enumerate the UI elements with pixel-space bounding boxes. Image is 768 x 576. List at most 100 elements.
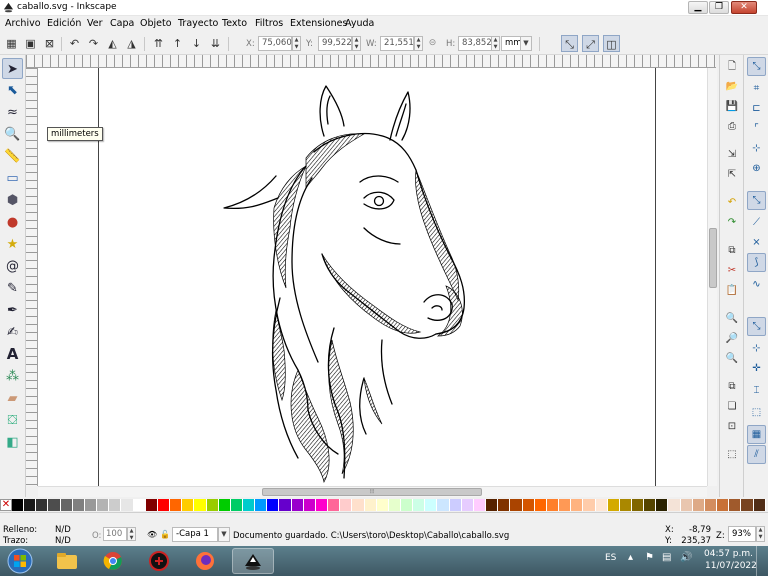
language-indicator[interactable]: ES <box>605 553 616 563</box>
zoom-drawing-icon[interactable]: 🔎 <box>724 331 740 347</box>
select-all-icon[interactable]: ▦ <box>3 35 20 52</box>
color-swatch[interactable] <box>182 499 195 511</box>
chrome-icon[interactable] <box>92 548 134 574</box>
color-swatch[interactable] <box>242 499 256 511</box>
color-swatch[interactable] <box>704 499 718 511</box>
horizontal-scroll-thumb[interactable]: ⦙⦙⦙ <box>262 488 482 496</box>
rotate-cw-icon[interactable]: ↷ <box>85 35 102 52</box>
text-tool-icon[interactable]: A <box>2 344 23 365</box>
snap-bbox-icon[interactable]: ⌗ <box>747 79 766 98</box>
color-swatch[interactable] <box>388 499 401 511</box>
no-paint-swatch[interactable]: ✕ <box>0 499 12 511</box>
color-swatch[interactable] <box>595 499 608 511</box>
color-swatch[interactable] <box>692 499 705 511</box>
color-swatch[interactable] <box>680 499 693 511</box>
color-swatch[interactable] <box>157 499 171 511</box>
menu-objeto[interactable]: Objeto <box>140 18 172 29</box>
color-swatch[interactable] <box>437 499 450 511</box>
color-swatch[interactable] <box>255 499 268 511</box>
snap-object-center-icon[interactable]: ⊹ <box>747 339 766 358</box>
snap-midpoint-icon[interactable]: ⤡ <box>747 317 766 336</box>
opacity-input[interactable]: 100 <box>103 527 127 541</box>
paste-icon[interactable]: 📋 <box>724 283 740 299</box>
color-swatch[interactable] <box>303 499 316 511</box>
flip-vertical-icon[interactable]: ◮ <box>123 35 140 52</box>
x-input[interactable]: 75,060 <box>258 36 292 51</box>
menu-ayuda[interactable]: Ayuda <box>345 18 374 29</box>
color-swatch[interactable] <box>607 499 620 511</box>
app-icon[interactable] <box>138 548 180 574</box>
rotate-ccw-icon[interactable]: ↶ <box>66 35 83 52</box>
color-swatch[interactable] <box>12 499 25 511</box>
snap-bbox-corner-icon[interactable]: ⌜ <box>747 119 766 138</box>
color-swatch[interactable] <box>218 499 231 511</box>
color-swatch[interactable] <box>510 499 523 511</box>
lower-icon[interactable]: ↓ <box>188 35 205 52</box>
color-swatch[interactable] <box>48 499 61 511</box>
duplicate-icon[interactable]: ⧉ <box>724 379 740 395</box>
lock-icon[interactable]: ⊝ <box>424 35 441 52</box>
menu-trayecto[interactable]: Trayecto <box>178 18 218 29</box>
snap-guide-icon[interactable]: ⫽ <box>747 445 766 464</box>
spiral-tool-icon[interactable]: @ <box>2 256 23 277</box>
color-swatch[interactable] <box>401 499 414 511</box>
menu-edicion[interactable]: Edición <box>47 18 81 29</box>
layer-select[interactable]: -Capa 1 <box>172 527 218 542</box>
color-swatch[interactable] <box>328 499 341 511</box>
color-swatch[interactable] <box>534 499 547 511</box>
gradient-tool-icon[interactable]: ◧ <box>2 432 23 453</box>
stroke-value[interactable]: N/D <box>55 536 71 546</box>
transform-gradients-icon[interactable]: ◫ <box>603 35 620 52</box>
unlink-clone-icon[interactable]: ⊡ <box>724 419 740 435</box>
lower-to-bottom-icon[interactable]: ⇊ <box>207 35 224 52</box>
zoom-spinner[interactable]: ▲ ▼ <box>756 526 765 542</box>
action-center-icon[interactable]: ⚑ <box>645 552 654 563</box>
color-swatch[interactable] <box>619 499 632 511</box>
clone-icon[interactable]: ❏ <box>724 399 740 415</box>
network-icon[interactable]: ▤ <box>662 552 671 563</box>
menu-filtros[interactable]: Filtros <box>255 18 283 29</box>
node-tool-icon[interactable]: ⬉ <box>2 80 23 101</box>
color-swatch[interactable] <box>729 499 742 511</box>
snap-bbox-edge-icon[interactable]: ⊏ <box>747 99 766 118</box>
calligraphy-tool-icon[interactable]: ✍ <box>2 322 23 343</box>
color-swatch[interactable] <box>121 499 134 511</box>
selector-tool-icon[interactable]: ➤ <box>2 58 23 79</box>
start-orb-icon[interactable] <box>2 548 38 574</box>
measure-tool-icon[interactable]: 📏 <box>2 146 23 167</box>
menu-capa[interactable]: Capa <box>110 18 134 29</box>
color-swatch[interactable] <box>145 499 158 511</box>
opacity-spinner[interactable]: ▲ ▼ <box>127 527 136 541</box>
color-swatch[interactable] <box>498 499 511 511</box>
bucket-tool-icon[interactable]: ⛋ <box>2 410 23 431</box>
snap-page-border-icon[interactable]: ⬚ <box>747 403 766 422</box>
tray-arrow-icon[interactable]: ▴ <box>628 552 633 563</box>
layer-dropdown-arrow[interactable]: ▼ <box>218 527 230 542</box>
color-swatch[interactable] <box>60 499 73 511</box>
minimize-button[interactable]: ▁ <box>688 1 708 14</box>
open-icon[interactable]: 📂 <box>724 79 740 95</box>
scale-stroke-icon[interactable]: ⤡ <box>561 35 578 52</box>
snap-enable-icon[interactable]: ⤡ <box>747 57 766 76</box>
horse-head-drawing[interactable] <box>214 78 484 486</box>
tweak-tool-icon[interactable]: ≈ <box>2 102 23 123</box>
clock-time[interactable]: 04:57 p.m. <box>704 549 753 559</box>
color-swatch[interactable] <box>376 499 389 511</box>
eraser-tool-icon[interactable]: ▰ <box>2 388 23 409</box>
menu-ver[interactable]: Ver <box>87 18 103 29</box>
snap-smooth-icon[interactable]: ∿ <box>747 275 766 294</box>
new-document-icon[interactable]: 🗋 <box>724 59 740 75</box>
snap-nodes-icon[interactable]: ⤡ <box>747 191 766 210</box>
color-swatch[interactable] <box>206 499 219 511</box>
color-swatch[interactable] <box>413 499 426 511</box>
scale-corners-icon[interactable]: ⤢ <box>582 35 599 52</box>
color-swatch[interactable] <box>583 499 596 511</box>
color-swatch[interactable] <box>753 499 766 511</box>
color-swatch[interactable] <box>656 499 669 511</box>
snap-rotation-center-icon[interactable]: ✛ <box>747 359 766 378</box>
horizontal-scrollbar[interactable]: ⦙⦙⦙ <box>38 486 707 497</box>
menu-texto[interactable]: Texto <box>222 18 247 29</box>
zoom-page-icon[interactable]: 🔍 <box>724 351 740 367</box>
color-swatch[interactable] <box>84 499 98 511</box>
layer-visibility-icon[interactable]: 👁 <box>147 530 157 539</box>
